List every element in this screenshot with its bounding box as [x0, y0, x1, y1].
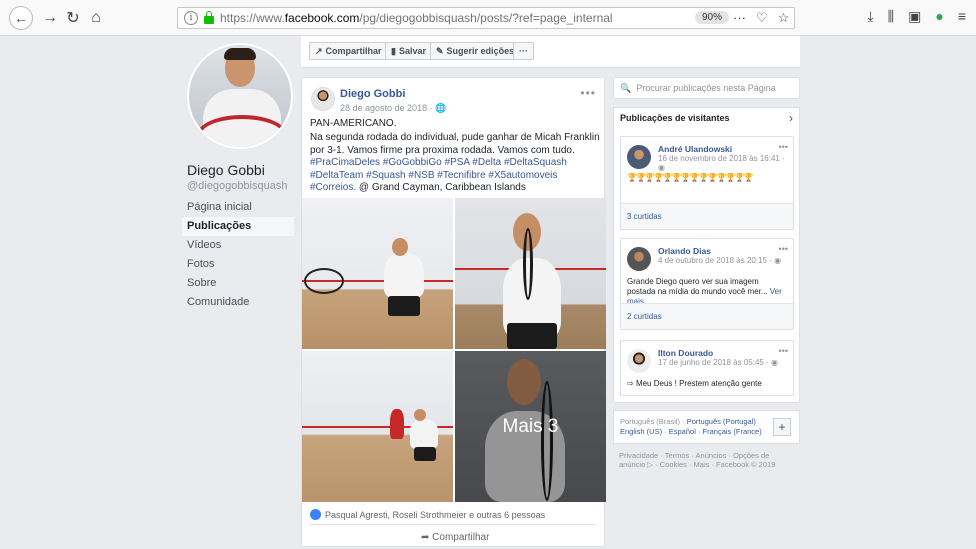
visitor-post-text: ⇨ Meu Deus ! Prestem atenção gente	[627, 379, 762, 388]
reload-icon[interactable]: ↻	[61, 6, 85, 30]
post-title: PAN-AMERICANO.	[310, 118, 397, 129]
visitor-date[interactable]: 17 de junho de 2018 às 05:45 · ◉	[658, 358, 778, 367]
visitor-post-card: Orlando Dias 4 de outubro de 2018 às 20:…	[620, 238, 794, 330]
browser-toolbar: ← → ↻ ⌂ i https://www.facebook.com/pg/di…	[0, 0, 976, 36]
page-title[interactable]: Diego Gobbi	[187, 162, 265, 178]
lock-icon	[204, 11, 214, 24]
page-actions-icon[interactable]: ···	[733, 10, 746, 26]
like-reaction-icon	[310, 509, 321, 520]
author-avatar[interactable]	[311, 87, 335, 111]
post-photo-2[interactable]	[455, 198, 606, 349]
nav-community[interactable]: Comunidade	[182, 293, 294, 312]
visitor-posts-panel: Publicações de visitantes › André Ulando…	[613, 107, 800, 403]
language-selector: Português (Brasil) · Português (Portugal…	[613, 410, 800, 444]
page-handle[interactable]: @diegogobbisquash	[187, 180, 287, 192]
card-options-icon[interactable]: •••	[779, 346, 788, 356]
extension-shield-icon[interactable]: ●	[935, 8, 943, 25]
info-icon[interactable]: i	[184, 11, 198, 25]
add-language-button[interactable]: +	[773, 418, 791, 436]
visitor-avatar[interactable]	[627, 247, 651, 271]
page-nav: Página inicial Publicações Vídeos Fotos …	[182, 198, 294, 312]
address-bar[interactable]: i https://www.facebook.com/pg/diegogobbi…	[177, 7, 795, 29]
profile-picture[interactable]	[187, 43, 293, 149]
post-date[interactable]: 28 de agosto de 2018 · 🌐	[340, 103, 446, 114]
suggest-edits-button[interactable]: ✎ Sugerir edições	[430, 42, 521, 60]
reactions-summary[interactable]: Pasqual Agresti, Roseli Strothmeier e ou…	[310, 509, 545, 520]
nav-about[interactable]: Sobre	[182, 274, 294, 293]
post-author[interactable]: Diego Gobbi	[340, 88, 405, 100]
visitor-avatar[interactable]	[627, 349, 651, 373]
visitor-post-card: André Ulandowski 16 de novembro de 2018 …	[620, 136, 794, 230]
likes-count[interactable]: 2 curtidas	[621, 303, 793, 329]
link-icon: ⇨	[627, 379, 634, 388]
likes-count[interactable]: 3 curtidas	[621, 203, 793, 229]
visitor-date[interactable]: 4 de outubro de 2018 às 20:15 · ◉	[658, 256, 781, 265]
library-icon[interactable]: ⫼	[888, 8, 894, 25]
share-page-button[interactable]: ↗ Compartilhar	[309, 42, 388, 60]
nav-posts[interactable]: Publicações	[182, 217, 294, 236]
share-icon: ➦	[421, 532, 430, 543]
globe-icon: 🌐	[435, 103, 447, 113]
card-options-icon[interactable]: •••	[779, 244, 788, 254]
visitor-name[interactable]: André Ulandowski	[658, 144, 732, 154]
visitor-posts-title[interactable]: Publicações de visitantes	[620, 113, 730, 123]
download-icon[interactable]: ⤓	[867, 8, 873, 25]
post-photo-1[interactable]	[302, 198, 453, 349]
search-icon: 🔍	[620, 82, 632, 93]
current-language: Português (Brasil) ·	[620, 417, 687, 426]
home-icon[interactable]: ⌂	[84, 6, 108, 30]
visitor-avatar[interactable]	[627, 145, 651, 169]
post-card: Diego Gobbi 28 de agosto de 2018 · 🌐 •••…	[301, 77, 606, 547]
menu-icon[interactable]: ≡	[958, 8, 966, 25]
visitor-name[interactable]: Ilton Dourado	[658, 348, 713, 358]
pocket-icon[interactable]: ♡	[756, 10, 768, 26]
pencil-icon: ✎	[436, 45, 444, 56]
more-options-button[interactable]: ···	[513, 42, 534, 60]
url-text: https://www.facebook.com/pg/diegogobbisq…	[220, 11, 613, 25]
footer-links[interactable]: Privacidade · Termos · Anúncios · Opções…	[619, 451, 794, 469]
post-body: Na segunda rodada do individual, pude ga…	[310, 132, 600, 193]
search-posts-input[interactable]: 🔍 Procurar publicações nesta Página	[613, 77, 800, 99]
nav-videos[interactable]: Vídeos	[182, 236, 294, 255]
visitor-name[interactable]: Orlando Dias	[658, 246, 711, 256]
visitor-date[interactable]: 16 de novembro de 2018 às 16:41 · ◉	[658, 154, 793, 172]
post-photo-3[interactable]	[302, 351, 453, 502]
post-photo-4[interactable]: Mais 3	[455, 351, 606, 502]
divider	[310, 524, 596, 525]
bookmark-icon: ▮	[391, 45, 396, 56]
trophy-emoji-row: 🏆🏆🏆🏆🏆🏆🏆🏆🏆🏆🏆🏆🏆🏆	[627, 173, 753, 182]
forward-button[interactable]: →	[38, 6, 62, 30]
save-button[interactable]: ▮ Salvar	[385, 42, 432, 60]
share-icon: ↗	[315, 45, 323, 56]
chevron-right-icon[interactable]: ›	[789, 111, 793, 125]
bookmark-star-icon[interactable]: ☆	[778, 10, 790, 26]
card-options-icon[interactable]: •••	[779, 142, 788, 152]
post-options-icon[interactable]: •••	[580, 86, 596, 100]
nav-photos[interactable]: Fotos	[182, 255, 294, 274]
more-photos-overlay[interactable]: Mais 3	[455, 351, 606, 502]
nav-home[interactable]: Página inicial	[182, 198, 294, 217]
back-button[interactable]: ←	[9, 6, 33, 30]
page-action-bar: ↗ Compartilhar ▮ Salvar ✎ Sugerir edições ·…	[301, 36, 800, 68]
share-post-button[interactable]: ➦ Compartilhar	[421, 532, 489, 543]
visitor-post-card: Ilton Dourado 17 de junho de 2018 às 05:…	[620, 340, 794, 396]
zoom-level[interactable]: 90%	[695, 11, 730, 24]
sidebar-toggle-icon[interactable]: ▣	[908, 8, 921, 25]
